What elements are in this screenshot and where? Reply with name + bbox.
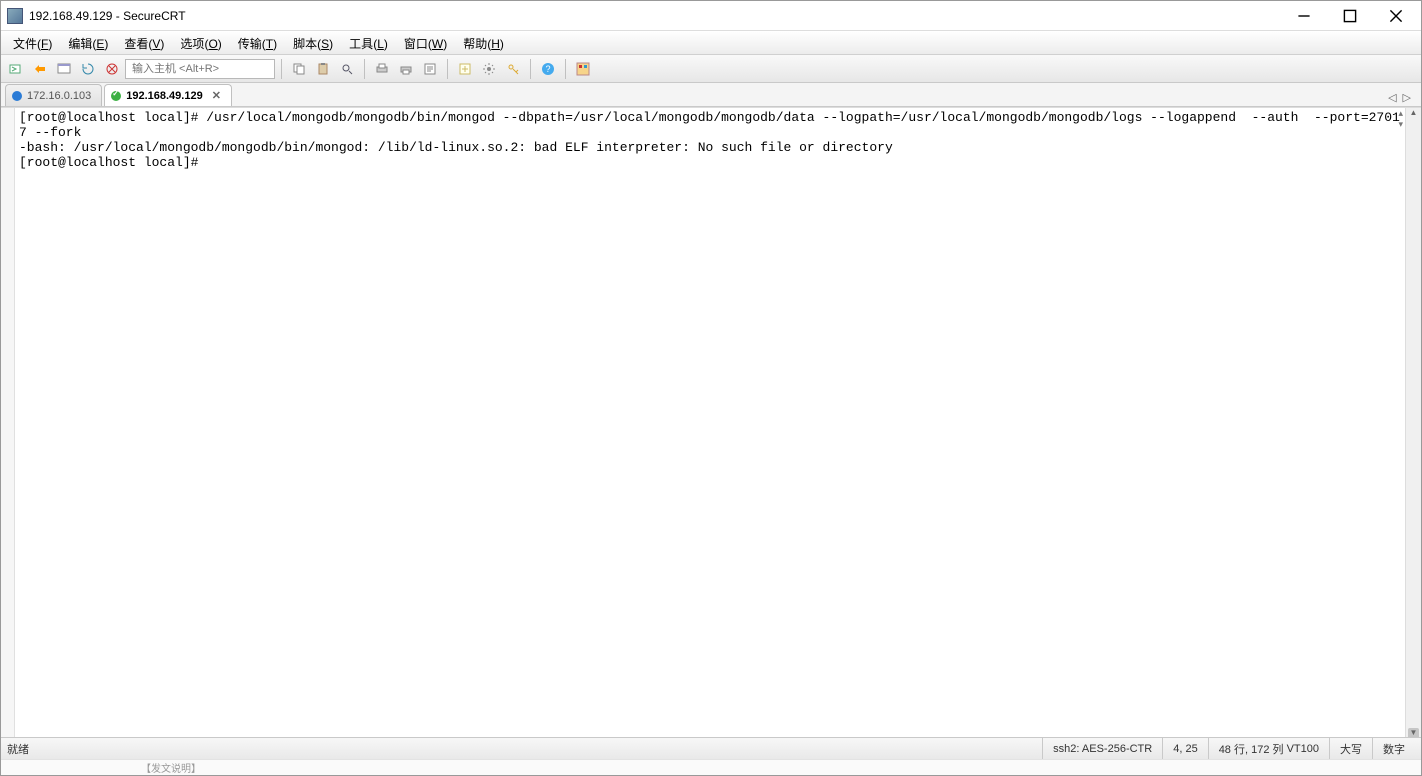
menu-file[interactable]: 文件(F) [5, 33, 60, 54]
window-controls [1281, 2, 1419, 30]
toolbar: ? [1, 55, 1421, 83]
session-icon[interactable] [53, 58, 75, 80]
tab-next-icon[interactable]: ▷ [1403, 91, 1411, 104]
status-size: 48 行, 172 列 [1219, 741, 1284, 757]
svg-text:?: ? [545, 64, 550, 74]
reconnect-icon[interactable] [77, 58, 99, 80]
menu-window[interactable]: 窗口(W) [396, 33, 455, 54]
tab-session-1[interactable]: 192.168.49.129 ✕ [104, 84, 232, 106]
background-strip: 【发文说明】 [1, 759, 1421, 775]
host-input[interactable] [125, 59, 275, 79]
print-screen-icon[interactable] [395, 58, 417, 80]
status-emulation: VT100 [1287, 743, 1319, 755]
toolbar-separator [565, 59, 566, 79]
toolbar-separator [530, 59, 531, 79]
title-bar: 192.168.49.129 - SecureCRT [1, 1, 1421, 31]
window-title: 192.168.49.129 - SecureCRT [29, 9, 1281, 23]
tab-prev-icon[interactable]: ◁ [1388, 91, 1396, 104]
menu-help[interactable]: 帮助(H) [455, 33, 512, 54]
status-num: 数字 [1372, 738, 1415, 759]
help-icon[interactable]: ? [537, 58, 559, 80]
status-ready: 就绪 [7, 741, 29, 757]
tab-nav: ◁ ▷ [1388, 91, 1417, 106]
menu-transfer[interactable]: 传输(T) [230, 33, 285, 54]
terminal-area: [root@localhost local]# /usr/local/mongo… [1, 107, 1421, 737]
app-icon-small[interactable] [572, 58, 594, 80]
find-icon[interactable] [336, 58, 358, 80]
menu-bar: 文件(F) 编辑(E) 查看(V) 选项(O) 传输(T) 脚本(S) 工具(L… [1, 31, 1421, 55]
app-icon [7, 8, 23, 24]
menu-options[interactable]: 选项(O) [172, 33, 229, 54]
disconnect-icon[interactable] [101, 58, 123, 80]
status-dot-icon [12, 91, 22, 101]
minimize-button[interactable] [1281, 2, 1327, 30]
background-strip-text: 【发文说明】 [141, 760, 201, 775]
toolbar-separator [281, 59, 282, 79]
quickconnect-icon[interactable] [29, 58, 51, 80]
copy-icon[interactable] [288, 58, 310, 80]
status-cursor: 4, 25 [1162, 738, 1207, 759]
scroll-up-icon[interactable]: ▲ [1406, 108, 1421, 117]
tab-label: 172.16.0.103 [27, 90, 91, 102]
menu-tools[interactable]: 工具(L) [341, 33, 396, 54]
menu-view[interactable]: 查看(V) [116, 33, 172, 54]
status-caps: 大写 [1329, 738, 1372, 759]
tab-close-icon[interactable]: ✕ [212, 89, 221, 102]
tab-session-0[interactable]: 172.16.0.103 [5, 84, 102, 106]
connect-icon[interactable] [5, 58, 27, 80]
menu-script[interactable]: 脚本(S) [285, 33, 341, 54]
print-icon[interactable] [371, 58, 393, 80]
left-gutter [1, 108, 15, 737]
key-icon[interactable] [502, 58, 524, 80]
status-cipher: ssh2: AES-256-CTR [1042, 738, 1162, 759]
new-session-icon[interactable] [454, 58, 476, 80]
terminal-output[interactable]: [root@localhost local]# /usr/local/mongo… [15, 108, 1405, 737]
paste-icon[interactable] [312, 58, 334, 80]
status-ok-icon [111, 91, 121, 101]
menu-edit[interactable]: 编辑(E) [60, 33, 116, 54]
tab-label: 192.168.49.129 [126, 90, 202, 102]
toolbar-separator [447, 59, 448, 79]
status-bar: 就绪 ssh2: AES-256-CTR 4, 25 48 行, 172 列 V… [1, 737, 1421, 759]
scroll-down-icon[interactable]: ▼ [1406, 728, 1421, 737]
toolbar-separator [364, 59, 365, 79]
wrap-indicator-icon: ▴▾ [1398, 108, 1403, 130]
properties-icon[interactable] [419, 58, 441, 80]
scrollbar[interactable]: ▲ ▼ [1405, 108, 1421, 737]
tab-bar: 172.16.0.103 192.168.49.129 ✕ ◁ ▷ [1, 83, 1421, 107]
settings-icon[interactable] [478, 58, 500, 80]
close-button[interactable] [1373, 2, 1419, 30]
maximize-button[interactable] [1327, 2, 1373, 30]
